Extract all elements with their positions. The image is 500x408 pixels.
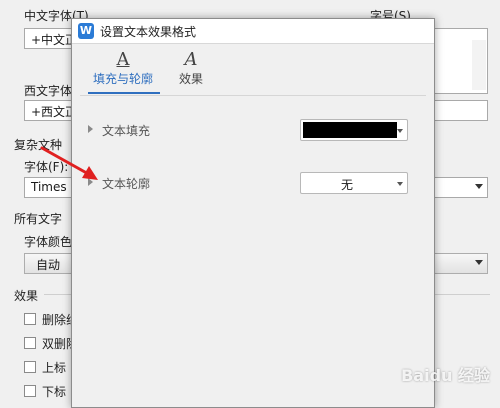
watermark: Baidu 经验 xyxy=(401,366,490,385)
annotation-arrow xyxy=(40,146,98,180)
